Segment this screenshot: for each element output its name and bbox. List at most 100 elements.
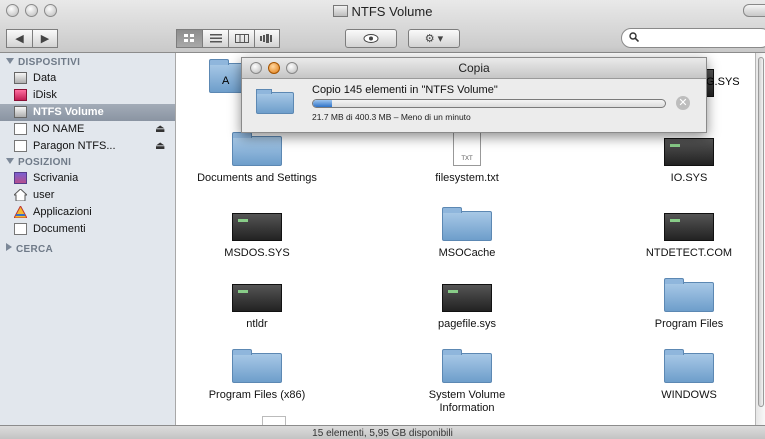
dialog-zoom-button[interactable] xyxy=(286,62,298,74)
back-arrow-icon: ◀ xyxy=(15,33,24,45)
coverflow-view-icon xyxy=(260,34,272,43)
list-view-button[interactable] xyxy=(202,29,228,48)
section-label: DISPOSITIVI xyxy=(18,57,81,68)
sidebar-item-no-name[interactable]: NO NAME ⏏ xyxy=(0,121,175,138)
file-name: ntldr xyxy=(246,318,268,330)
nav-buttons: ◀ ▶ xyxy=(6,29,58,48)
folder-icon xyxy=(256,89,294,114)
status-text: 15 elementi, 5,95 GB disponibili xyxy=(312,428,453,439)
documents-icon xyxy=(14,223,27,235)
file-item[interactable]: ntldr xyxy=(192,282,322,331)
copy-progress-dialog: Copia Copio 145 elementi in "NTFS Volume… xyxy=(241,57,707,133)
sidebar-item-label: NTFS Volume xyxy=(33,106,104,118)
sidebar-item-user[interactable]: user xyxy=(0,187,175,204)
column-view-button[interactable] xyxy=(228,29,254,48)
stop-copy-button[interactable]: ✕ xyxy=(676,96,690,110)
view-mode-buttons xyxy=(176,29,280,48)
sidebar-section-search[interactable]: CERCA xyxy=(6,243,53,255)
forward-arrow-icon: ▶ xyxy=(40,33,50,45)
window-title: NTFS Volume xyxy=(0,4,765,19)
sidebar-item-label: Paragon NTFS... xyxy=(33,140,116,152)
file-item[interactable]: TXT filesystem.txt xyxy=(402,132,532,185)
quick-look-button[interactable] xyxy=(345,29,397,48)
file-item[interactable]: Documents and Settings xyxy=(192,132,322,185)
sidebar: DISPOSITIVI Data iDisk NTFS Volume NO NA… xyxy=(0,53,176,425)
file-type-badge: TXT xyxy=(461,156,473,162)
vertical-scrollbar[interactable] xyxy=(755,53,765,425)
sidebar-item-idisk[interactable]: iDisk xyxy=(0,87,175,104)
sidebar-item-applicazioni[interactable]: Applicazioni xyxy=(0,204,175,221)
sidebar-item-label: Applicazioni xyxy=(33,206,92,218)
sidebar-item-label: iDisk xyxy=(33,89,57,101)
drive-icon xyxy=(14,106,27,118)
applications-icon xyxy=(13,204,28,219)
search-input[interactable] xyxy=(621,28,765,48)
folder-icon xyxy=(232,132,282,166)
back-button[interactable]: ◀ xyxy=(6,29,32,48)
dialog-minimize-button[interactable] xyxy=(268,62,280,74)
icon-view-button[interactable] xyxy=(176,29,202,48)
eject-icon[interactable]: ⏏ xyxy=(155,138,165,155)
file-item[interactable]: pagefile.sys xyxy=(402,282,532,331)
file-name: A xyxy=(222,75,230,87)
executable-icon xyxy=(232,284,282,312)
copy-progress-bar xyxy=(312,99,666,108)
executable-icon xyxy=(664,138,714,166)
sidebar-item-documenti[interactable]: Documenti xyxy=(0,221,175,238)
file-item[interactable]: NTDETECT.COM xyxy=(624,211,754,260)
file-name: Program Files (x86) xyxy=(208,389,306,401)
window-toolbar: NTFS Volume ◀ ▶ ⚙ ▾ xyxy=(0,0,765,53)
section-label: CERCA xyxy=(16,244,54,255)
file-item[interactable]: MSOCache xyxy=(402,207,532,260)
executable-icon xyxy=(442,284,492,312)
sidebar-item-label: Scrivania xyxy=(33,172,79,184)
file-item[interactable]: WINDOWS xyxy=(624,349,754,402)
eject-icon[interactable]: ⏏ xyxy=(155,121,165,138)
file-item[interactable]: Program Files (x86) xyxy=(192,349,322,402)
file-item[interactable]: MSDOS.SYS xyxy=(192,211,322,260)
file-item[interactable]: System Volume Information xyxy=(402,349,532,415)
file-item[interactable]: IO.SYS xyxy=(624,136,754,185)
file-name: G.SYS xyxy=(706,76,740,88)
document-icon[interactable] xyxy=(262,416,286,425)
column-view-icon xyxy=(234,34,249,43)
progress-fill xyxy=(313,100,332,107)
folder-icon xyxy=(232,349,282,383)
dialog-close-button[interactable] xyxy=(250,62,262,74)
home-icon xyxy=(12,188,29,202)
search-icon xyxy=(629,31,640,45)
sidebar-item-ntfs-volume[interactable]: NTFS Volume xyxy=(0,104,175,121)
toolbar-toggle-button[interactable] xyxy=(743,4,765,17)
sidebar-item-data[interactable]: Data xyxy=(0,70,175,87)
dialog-title: Copia xyxy=(458,61,490,75)
file-name: NTDETECT.COM xyxy=(645,247,733,259)
folder-icon xyxy=(442,349,492,383)
desktop-icon xyxy=(14,172,27,184)
executable-icon xyxy=(232,213,282,241)
sidebar-item-scrivania[interactable]: Scrivania xyxy=(0,170,175,187)
copy-detail: 21.7 MB di 400.3 MB – Meno di un minuto xyxy=(312,112,471,122)
coverflow-view-button[interactable] xyxy=(254,29,280,48)
icon-view-icon xyxy=(183,34,194,42)
section-label: POSIZIONI xyxy=(18,157,72,168)
gear-icon: ⚙ ▾ xyxy=(424,33,444,45)
action-menu-button[interactable]: ⚙ ▾ xyxy=(408,29,460,48)
disclosure-triangle-icon xyxy=(6,58,14,64)
disclosure-triangle-icon xyxy=(6,243,12,251)
sidebar-section-devices[interactable]: DISPOSITIVI xyxy=(6,57,80,68)
sidebar-item-paragon-ntfs[interactable]: Paragon NTFS... ⏏ xyxy=(0,138,175,155)
file-name: MSDOS.SYS xyxy=(224,247,290,259)
forward-button[interactable]: ▶ xyxy=(32,29,58,48)
folder-icon xyxy=(664,349,714,383)
disk-icon xyxy=(14,140,27,152)
executable-icon xyxy=(664,213,714,241)
sidebar-item-label: Data xyxy=(33,72,57,84)
drive-icon xyxy=(332,5,348,17)
file-name: WINDOWS xyxy=(661,389,717,401)
file-item[interactable]: Program Files xyxy=(624,278,754,331)
file-name: Documents and Settings xyxy=(197,172,317,184)
sidebar-item-label: user xyxy=(33,189,55,201)
disclosure-triangle-icon xyxy=(6,158,14,164)
sidebar-section-places[interactable]: POSIZIONI xyxy=(6,157,71,168)
scrollbar-thumb[interactable] xyxy=(758,57,764,407)
